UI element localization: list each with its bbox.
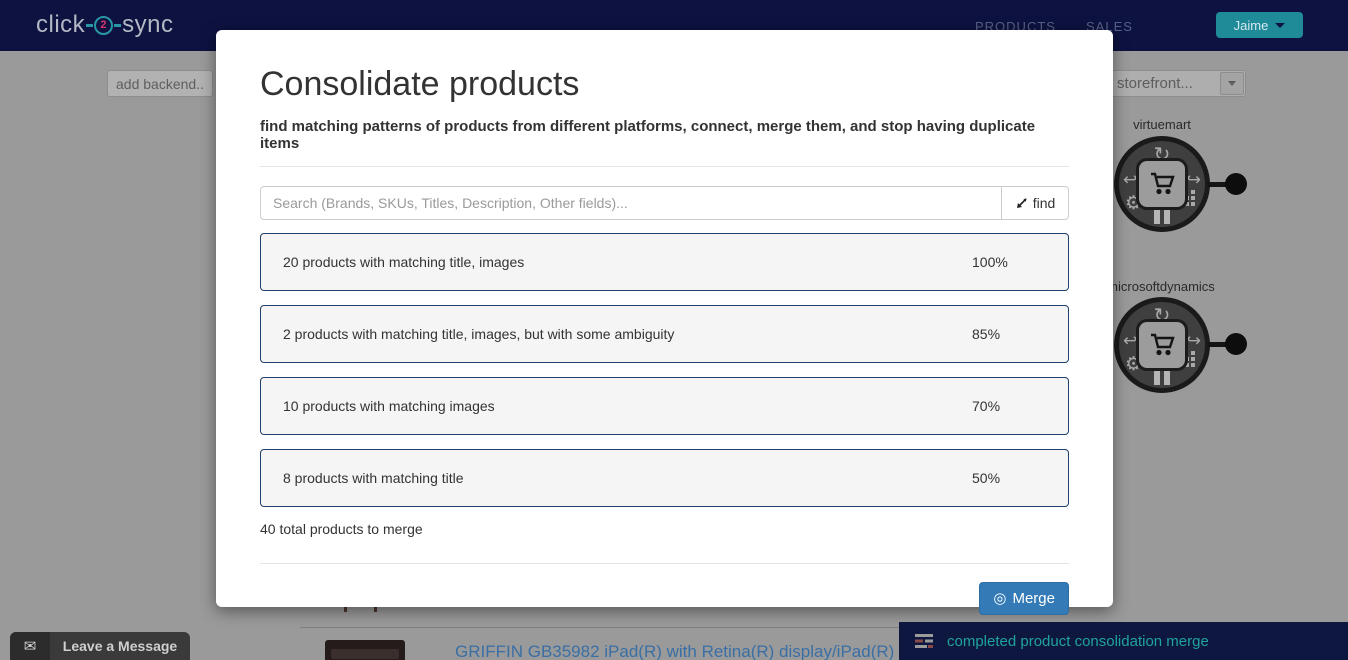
app-logo[interactable]: click 2 sync	[36, 11, 174, 39]
consolidate-products-modal: Consolidate products find matching patte…	[216, 30, 1113, 607]
node-label-microsoftdynamics: microsoftdynamics	[1096, 279, 1226, 294]
tasks-list-icon	[915, 634, 933, 648]
chat-widget-label: Leave a Message	[50, 632, 190, 660]
pause-icon[interactable]	[1154, 207, 1170, 224]
node-label-virtuemart: virtuemart	[1114, 117, 1210, 132]
export-arrow-icon[interactable]: ↩	[1123, 171, 1137, 188]
match-row-label: 8 products with matching title	[283, 470, 464, 486]
match-row-percent: 70%	[972, 398, 1012, 414]
resize-compress-icon	[1015, 197, 1028, 210]
node-connector-dot	[1225, 333, 1247, 355]
divider	[260, 166, 1069, 167]
match-row-percent: 85%	[972, 326, 1012, 342]
product-thumbnail[interactable]	[325, 640, 405, 660]
app-canvas: click2sync PRODUCTS SALES Jaime virtuema…	[0, 0, 1348, 660]
logo-text-post: sync	[122, 11, 173, 39]
cart-icon[interactable]	[1139, 322, 1185, 368]
total-products-text: 40 total products to merge	[260, 521, 1069, 537]
import-arrow-icon[interactable]: ↪	[1187, 332, 1201, 349]
pause-icon[interactable]	[1154, 368, 1170, 385]
logo-connector-icon	[114, 24, 121, 27]
notification-text: completed product consolidation merge	[947, 633, 1209, 650]
logo-text-pre: click	[36, 11, 85, 39]
record-icon: ◎	[993, 591, 1006, 606]
modal-title: Consolidate products	[260, 63, 1069, 105]
search-group: find	[260, 186, 1069, 220]
search-input[interactable]	[260, 186, 1002, 220]
node-connector-dot	[1225, 173, 1247, 195]
platform-node-virtuemart[interactable]: ↻ ↩ ↪ ⚙	[1114, 136, 1210, 232]
import-arrow-icon[interactable]: ↪	[1187, 171, 1201, 188]
match-row-label: 20 products with matching title, images	[283, 254, 524, 270]
chevron-down-icon	[1275, 23, 1285, 28]
match-row[interactable]: 10 products with matching images 70%	[260, 377, 1069, 435]
find-button[interactable]: find	[1002, 186, 1069, 220]
chevron-down-icon	[1228, 81, 1236, 86]
match-row-percent: 50%	[972, 470, 1012, 486]
export-arrow-icon[interactable]: ↩	[1123, 332, 1137, 349]
match-rows: 20 products with matching title, images …	[260, 233, 1069, 507]
user-menu-label: Jaime	[1234, 18, 1269, 33]
match-row-label: 2 products with matching title, images, …	[283, 326, 674, 342]
storefront-dropdown-button[interactable]	[1220, 72, 1244, 95]
match-row[interactable]: 8 products with matching title 50%	[260, 449, 1069, 507]
user-menu-button[interactable]: Jaime	[1216, 12, 1303, 38]
add-backend-input[interactable]	[107, 70, 213, 97]
modal-footer: ◎ Merge	[260, 582, 1069, 615]
match-row[interactable]: 20 products with matching title, images …	[260, 233, 1069, 291]
divider	[260, 563, 1069, 564]
match-row[interactable]: 2 products with matching title, images, …	[260, 305, 1069, 363]
modal-subtitle: find matching patterns of products from …	[260, 118, 1069, 152]
platform-node-microsoftdynamics[interactable]: ↻ ↩ ↪ ⚙	[1114, 297, 1210, 393]
merge-button[interactable]: ◎ Merge	[979, 582, 1069, 615]
logo-connector-icon	[86, 24, 93, 27]
match-row-percent: 100%	[972, 254, 1012, 270]
logo-number-badge: 2	[94, 16, 113, 35]
merge-button-label: Merge	[1012, 590, 1055, 607]
product-title-link[interactable]: GRIFFIN GB35982 iPad(R) with Retina(R) d…	[455, 642, 910, 660]
envelope-icon: ✉	[10, 632, 50, 660]
find-button-label: find	[1033, 195, 1056, 211]
storefront-combobox[interactable]	[1090, 70, 1246, 97]
match-row-label: 10 products with matching images	[283, 398, 495, 414]
chat-widget[interactable]: ✉ Leave a Message	[10, 632, 190, 660]
notification-toast[interactable]: completed product consolidation merge	[899, 622, 1348, 660]
cart-icon[interactable]	[1139, 161, 1185, 207]
